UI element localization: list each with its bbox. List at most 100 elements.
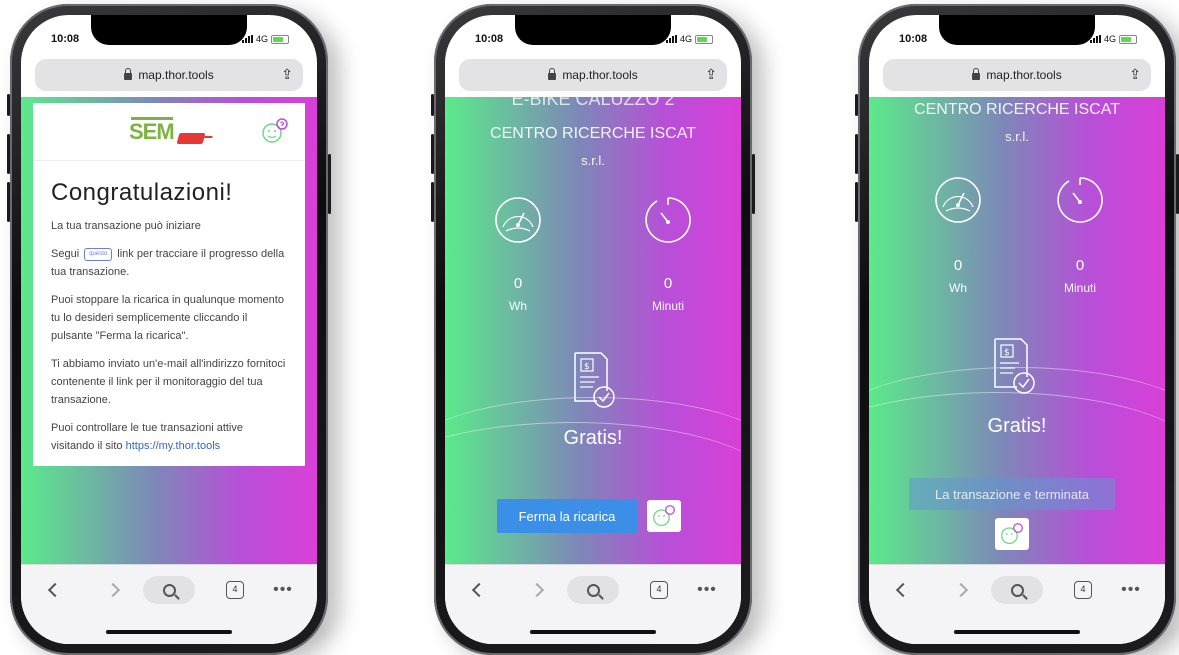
mascot-icon: [653, 505, 675, 527]
tabs-count: 4: [650, 581, 668, 599]
energy-unit: Wh: [509, 299, 527, 313]
svg-text:$: $: [1004, 348, 1010, 358]
chevron-left-icon: [471, 582, 487, 598]
page-content: SEM Congratulazioni! La tua transazione …: [21, 97, 317, 564]
chevron-right-icon: [953, 582, 969, 598]
phone-2: 10:08 4G map.thor.tools ⇪ E-BIKE CALUZZO…: [431, 4, 755, 655]
time-value: 0: [663, 275, 673, 292]
tabs-button[interactable]: 4: [223, 575, 247, 605]
forward-button[interactable]: [527, 575, 547, 605]
timer-icon: [645, 197, 691, 243]
status-indicators: 4G: [241, 34, 289, 44]
card-text-follow: Segui questo link per tracciare il progr…: [51, 245, 287, 281]
share-icon[interactable]: ⇪: [705, 66, 717, 83]
share-icon[interactable]: ⇪: [1129, 66, 1141, 83]
phone-screen: 10:08 4G map.thor.tools ⇪ CENTRO RICERCH…: [869, 15, 1165, 644]
chevron-left-icon: [47, 582, 63, 598]
network-label: 4G: [1103, 34, 1116, 44]
time-unit: Minuti: [651, 299, 684, 313]
home-indicator: [530, 630, 656, 634]
battery-icon: [695, 34, 713, 44]
lock-icon: [972, 67, 981, 80]
station-subtitle: s.r.l.: [581, 153, 605, 168]
phone-screen: 10:08 4G map.thor.tools ⇪ E-BIKE CALUZZO…: [445, 15, 741, 644]
tabs-button[interactable]: 4: [647, 575, 671, 605]
phone-1: 10:08 4G map.thor.tools ⇪ SEM Congratula…: [7, 4, 331, 655]
time-unit: Minuti: [1063, 281, 1096, 295]
more-icon: •••: [697, 581, 717, 598]
search-icon: [1010, 583, 1024, 597]
chevron-right-icon: [105, 582, 121, 598]
card-text-visit: Puoi controllare le tue transazioni atti…: [51, 419, 287, 455]
status-time: 10:08: [475, 33, 504, 45]
lock-icon: [124, 67, 133, 80]
chevron-right-icon: [529, 582, 545, 598]
stop-charging-button[interactable]: Ferma la ricarica: [497, 499, 637, 533]
card-title: Congratulazioni!: [51, 179, 233, 206]
sem-logo: SEM: [129, 119, 175, 144]
card-text-email: Ti abbiamo inviato un'e-mail all'indiriz…: [51, 358, 286, 406]
notch: [939, 15, 1095, 45]
search-button[interactable]: [991, 575, 1043, 605]
home-indicator: [954, 630, 1080, 634]
browser-toolbar: 4 •••: [445, 564, 741, 644]
decorative-wave: [869, 392, 1165, 532]
phone-3: 10:08 4G map.thor.tools ⇪ CENTRO RICERCH…: [855, 4, 1179, 655]
home-indicator: [106, 630, 232, 634]
url-text: map.thor.tools: [986, 68, 1062, 82]
chevron-left-icon: [895, 582, 911, 598]
status-time: 10:08: [51, 33, 80, 45]
status-indicators: 4G: [665, 34, 713, 44]
page-content: CENTRO RICERCHE ISCAT s.r.l. 0 Wh 0 Minu…: [869, 97, 1165, 564]
back-button[interactable]: [45, 575, 65, 605]
time-value: 0: [1075, 257, 1085, 274]
search-icon: [162, 583, 176, 597]
status-indicators: 4G: [1089, 34, 1137, 44]
address-bar[interactable]: map.thor.tools ⇪: [35, 59, 303, 91]
address-bar[interactable]: map.thor.tools ⇪: [883, 59, 1151, 91]
price-label: Gratis!: [563, 427, 623, 449]
browser-toolbar: 4 •••: [869, 564, 1165, 644]
mascot-icon: [262, 118, 288, 143]
search-button[interactable]: [567, 575, 619, 605]
tabs-button[interactable]: 4: [1071, 575, 1095, 605]
status-time: 10:08: [899, 33, 928, 45]
price-label: Gratis!: [987, 415, 1047, 437]
search-button[interactable]: [143, 575, 195, 605]
receipt-icon: $: [994, 338, 1035, 394]
tracking-link-chip[interactable]: questo: [84, 247, 113, 261]
battery-icon: [271, 34, 289, 44]
lock-icon: [548, 67, 557, 80]
help-mascot-button[interactable]: [995, 518, 1029, 550]
notch: [91, 15, 247, 45]
notch: [515, 15, 671, 45]
plug-icon: [176, 133, 206, 144]
forward-button[interactable]: [103, 575, 123, 605]
help-mascot-button[interactable]: [647, 500, 681, 532]
confirmation-card: SEM Congratulazioni! La tua transazione …: [33, 103, 305, 466]
more-button[interactable]: •••: [1117, 575, 1145, 605]
search-icon: [586, 583, 600, 597]
speedometer-icon: [495, 197, 541, 243]
more-button[interactable]: •••: [693, 575, 721, 605]
address-bar[interactable]: map.thor.tools ⇪: [459, 59, 727, 91]
forward-button[interactable]: [951, 575, 971, 605]
my-thor-link[interactable]: https://my.thor.tools: [126, 440, 221, 452]
speedometer-icon: [935, 177, 981, 223]
transaction-ended-button[interactable]: La transazione e terminata: [909, 478, 1115, 510]
energy-unit: Wh: [949, 281, 967, 295]
page-content: E-BIKE CALUZZO 2 CENTRO RICERCHE ISCAT s…: [445, 97, 741, 564]
more-icon: •••: [1121, 581, 1141, 598]
back-button[interactable]: [469, 575, 489, 605]
more-icon: •••: [273, 581, 293, 598]
back-button[interactable]: [893, 575, 913, 605]
phone-screen: 10:08 4G map.thor.tools ⇪ SEM Congratula…: [21, 15, 317, 644]
battery-icon: [1119, 34, 1137, 44]
station-name: CENTRO RICERCHE ISCAT: [490, 125, 696, 142]
more-button[interactable]: •••: [269, 575, 297, 605]
tabs-count: 4: [1074, 581, 1092, 599]
mascot-icon: [1001, 523, 1023, 545]
share-icon[interactable]: ⇪: [281, 66, 293, 83]
network-label: 4G: [679, 34, 692, 44]
url-text: map.thor.tools: [562, 68, 638, 82]
